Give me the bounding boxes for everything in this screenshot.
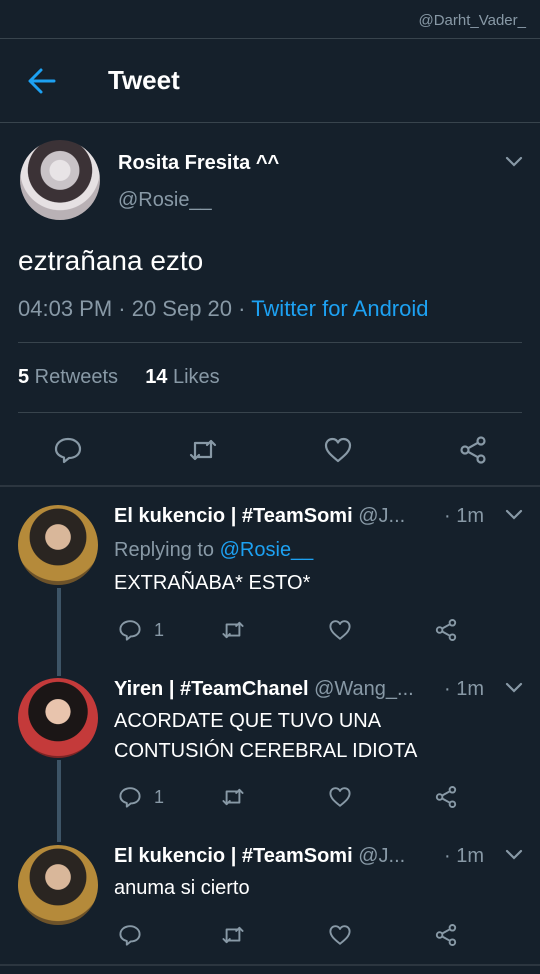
reply-text: ACORDATE QUE TUVO UNA CONTUSIÓN CEREBRAL… <box>114 710 418 762</box>
reply-time: · 1m <box>444 845 484 867</box>
share-button[interactable] <box>458 435 488 465</box>
reply-author[interactable]: El kukencio | #TeamSomi @J... <box>114 845 405 868</box>
share-icon <box>435 924 457 946</box>
chevron-down-icon <box>505 849 523 860</box>
share-button[interactable] <box>434 785 458 809</box>
like-button[interactable] <box>328 923 352 947</box>
tweet-timestamp: 04:03 PM · 20 Sep 20 · <box>18 296 252 321</box>
like-button[interactable] <box>328 785 352 809</box>
like-button[interactable] <box>328 618 352 642</box>
share-icon <box>460 436 486 464</box>
mention-link[interactable]: @Rosie__ <box>220 539 314 561</box>
avatar[interactable] <box>18 505 98 585</box>
thread-line <box>57 588 61 676</box>
comment-icon <box>119 787 141 808</box>
section-divider <box>0 485 540 487</box>
comment-icon <box>54 437 82 464</box>
retweet-button[interactable] <box>221 618 245 642</box>
share-button[interactable] <box>434 923 458 947</box>
likes-stat[interactable]: 14 Likes <box>145 366 220 388</box>
thread-line <box>57 760 61 842</box>
tweet-meta: 04:03 PM · 20 Sep 20 · Twitter for Andro… <box>18 296 429 322</box>
reply-options-button[interactable] <box>505 682 523 694</box>
heart-icon <box>329 787 351 807</box>
reply-text: EXTRAÑABA* ESTO* <box>114 572 311 594</box>
reply-time: · 1m <box>444 678 484 700</box>
like-button[interactable] <box>323 435 353 465</box>
share-icon <box>435 786 457 808</box>
tweet-options-button[interactable] <box>505 156 523 168</box>
reply-count: 1 <box>154 787 165 807</box>
avatar[interactable] <box>18 678 98 758</box>
replying-to: Replying to @Rosie__ <box>114 539 314 561</box>
heart-icon <box>329 925 351 945</box>
top-bar: Tweet <box>0 38 540 123</box>
back-button[interactable] <box>26 66 58 96</box>
avatar[interactable] <box>18 845 98 925</box>
comment-icon <box>119 620 141 641</box>
reply-options-button[interactable] <box>505 849 523 861</box>
reply-button[interactable] <box>118 785 142 809</box>
author-name[interactable]: Rosita Fresita ^^ <box>118 152 279 175</box>
watermark: @Darht_Vader_ <box>418 12 526 29</box>
reply-button[interactable] <box>118 923 142 947</box>
retweet-icon <box>222 926 244 944</box>
reply-button[interactable] <box>118 618 142 642</box>
reply-text: anuma si cierto <box>114 877 250 899</box>
reply-count: 1 <box>154 620 165 640</box>
author-handle[interactable]: @Rosie__ <box>118 189 212 212</box>
share-icon <box>435 619 457 641</box>
heart-icon <box>324 437 352 463</box>
share-button[interactable] <box>434 618 458 642</box>
divider <box>18 342 522 343</box>
divider <box>18 412 522 413</box>
tweet-stats: 5 Retweets 14 Likes <box>18 366 220 389</box>
chevron-down-icon <box>505 509 523 520</box>
chevron-down-icon <box>505 682 523 693</box>
retweet-button[interactable] <box>221 923 245 947</box>
tweet-text: eztrañana ezto <box>18 245 204 276</box>
avatar[interactable] <box>20 140 100 220</box>
retweet-icon <box>189 439 217 461</box>
tweet-source-link[interactable]: Twitter for Android <box>251 296 428 321</box>
reply-author[interactable]: Yiren | #TeamChanel @Wang_... <box>114 678 414 701</box>
retweets-stat[interactable]: 5 Retweets <box>18 366 118 388</box>
chevron-down-icon <box>505 156 523 167</box>
arrow-left-icon <box>28 68 56 94</box>
retweet-icon <box>222 788 244 806</box>
reply-options-button[interactable] <box>505 509 523 521</box>
reply-button[interactable] <box>53 435 83 465</box>
heart-icon <box>329 620 351 640</box>
retweet-button[interactable] <box>188 435 218 465</box>
retweet-button[interactable] <box>221 785 245 809</box>
page-title: Tweet <box>108 65 180 95</box>
reply-author[interactable]: El kukencio | #TeamSomi @J... <box>114 505 405 528</box>
comment-icon <box>119 925 141 946</box>
reply-time: · 1m <box>444 505 484 527</box>
retweet-icon <box>222 621 244 639</box>
section-divider <box>0 964 540 966</box>
